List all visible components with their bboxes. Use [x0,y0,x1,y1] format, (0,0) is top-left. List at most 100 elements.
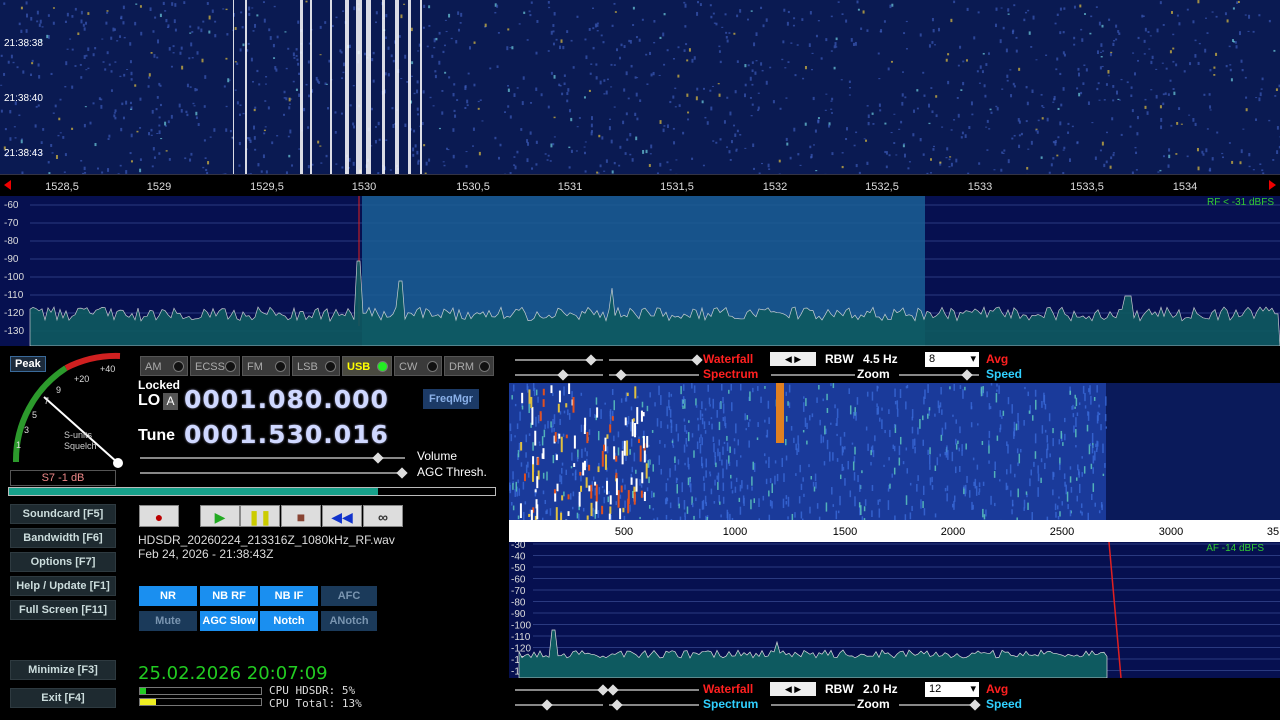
loop-icon: ∞ [378,509,388,525]
nb-rf-button[interactable]: NB RF [200,586,258,606]
cpu-hdsdr-text: CPU HDSDR: 5% [269,684,356,697]
af-zoom-slider[interactable] [771,704,855,706]
volume-slider[interactable] [140,452,405,464]
nb-if-button[interactable]: NB IF [260,586,318,606]
lo-a-button[interactable]: A [163,393,178,410]
rbw-label: RBW [825,352,854,366]
rf-spectrum[interactable]: -60 -70 -80 -90 -100 -110 -120 -130 RF <… [0,196,1280,346]
chevron-down-icon: ▾ [970,353,976,365]
af-waterfall-label: Waterfall [703,682,754,696]
af-tick: 3000 [1158,526,1184,538]
soundcard-button[interactable]: Soundcard [F5] [10,504,116,524]
tune-frequency[interactable]: 0001.530.016 [184,420,389,449]
af-db-label: -120 [511,644,531,655]
wf-brightness-slider[interactable] [609,354,703,366]
mode-am[interactable]: AM [140,356,188,376]
pause-button[interactable]: ❚❚ [240,505,280,527]
speed-slider[interactable] [899,369,979,381]
af-spectrum[interactable]: -30-40-50-60-70-80-90-100-110-120-130-14… [509,542,1280,678]
agc-slider[interactable] [140,467,408,479]
record-button[interactable]: ● [139,505,179,527]
af-rbw-label: RBW [825,682,854,696]
wf-controls-bottom: Waterfall Spectrum ◀ ▶ RBW 2.0 Hz 12 ▾ Av… [509,680,1280,716]
af-tick: 2500 [1049,526,1075,538]
wf-time-2: 21:38:40 [4,93,43,104]
af-wf-brightness-slider[interactable] [607,684,699,696]
mode-fm[interactable]: FM [242,356,290,376]
agc-slow-button[interactable]: AGC Slow [200,611,258,631]
cpu-total-fill [140,699,156,705]
peak-button[interactable]: Peak [10,356,46,372]
freqmgr-button[interactable]: FreqMgr [423,389,479,409]
freq-tick: 1529,5 [250,181,284,193]
mode-lsb[interactable]: LSB [292,356,340,376]
wf-time-1: 21:38:38 [4,38,43,49]
rbw-stepper[interactable]: ◀ ▶ [770,352,816,366]
minimize-button[interactable]: Minimize [F3] [10,660,116,680]
freq-tick: 1533 [967,181,993,193]
s-scale-label: 7 [44,396,50,406]
help-button[interactable]: Help / Update [F1] [10,576,116,596]
loop-button[interactable]: ∞ [363,505,403,527]
lo-frequency[interactable]: 0001.080.000 [184,385,389,414]
s-scale-label: 3 [24,425,30,435]
mode-usb[interactable]: USB [342,356,392,376]
agc-label: AGC Thresh. [417,465,487,479]
freq-tick: 1533,5 [1070,181,1104,193]
af-tick: 500 [614,526,634,538]
squelch-label: Squelch [64,441,97,451]
af-avg-label: Avg [986,682,1009,696]
rewind-button[interactable]: ◀◀ [322,505,362,527]
af-spectrum-label: Spectrum [703,697,759,711]
bandwidth-button[interactable]: Bandwidth [F6] [10,528,116,548]
s-scale-label: 5 [32,410,38,420]
af-spec-contrast-slider[interactable] [515,699,603,711]
mode-drm[interactable]: DRM [444,356,494,376]
af-speed-label: Speed [986,697,1023,711]
notch-button[interactable]: Notch [260,611,318,631]
frequency-axis[interactable]: 1528,5 1529 1529,5 1530 1530,5 1531 1531… [0,174,1280,196]
options-button[interactable]: Options [F7] [10,552,116,572]
af-spec-brightness-slider[interactable] [609,699,699,711]
af-db-label: -40 [511,552,526,563]
mode-ecss[interactable]: ECSS [190,356,240,376]
af-avg-select[interactable]: 12 ▾ [925,682,979,697]
s-meter-reading: S7 -1 dB [10,470,116,486]
stop-button[interactable]: ■ [281,505,321,527]
mute-button[interactable]: Mute [139,611,197,631]
db-label: -60 [4,200,19,211]
tune-label: Tune [138,427,176,444]
db-label: -100 [4,272,25,283]
scroll-right-icon[interactable] [1269,180,1276,190]
avg-select[interactable]: 8 ▾ [925,352,979,367]
af-wf-contrast-slider[interactable] [515,684,609,696]
fullscreen-button[interactable]: Full Screen [F11] [10,600,116,620]
s-meter: Peak 1 3 5 7 9 +20 +40 S-units Squelch [6,350,130,472]
mode-cw[interactable]: CW [394,356,442,376]
exit-button[interactable]: Exit [F4] [10,688,116,708]
scroll-left-icon[interactable] [4,180,11,190]
af-tick: 1000 [722,526,748,538]
db-label: -130 [4,326,25,337]
af-speed-slider[interactable] [899,699,981,711]
waterfall-label: Waterfall [703,352,754,366]
af-level-text: AF -14 dBFS [1206,543,1264,554]
af-db-label: -30 [511,542,526,551]
s-scale-label: +40 [100,364,116,374]
rf-waterfall[interactable]: 21:38:38 21:38:40 21:38:43 [0,0,1280,174]
wf-contrast-slider[interactable] [515,354,603,366]
play-button[interactable]: ▶ [200,505,240,527]
af-rbw-stepper[interactable]: ◀ ▶ [770,682,816,696]
af-rbw-value: 2.0 Hz [863,682,898,696]
af-waterfall[interactable] [509,383,1280,520]
spec-contrast-slider[interactable] [515,369,603,381]
freq-tick: 1532,5 [865,181,899,193]
signal-bar [8,487,496,496]
afc-button[interactable]: AFC [321,586,377,606]
spec-brightness-slider[interactable] [609,369,699,381]
anotch-button[interactable]: ANotch [321,611,377,631]
af-frequency-axis[interactable]: 500 1000 1500 2000 2500 3000 35 [509,520,1280,542]
zoom-slider[interactable] [771,374,855,376]
nr-button[interactable]: NR [139,586,197,606]
stop-icon: ■ [296,509,306,525]
